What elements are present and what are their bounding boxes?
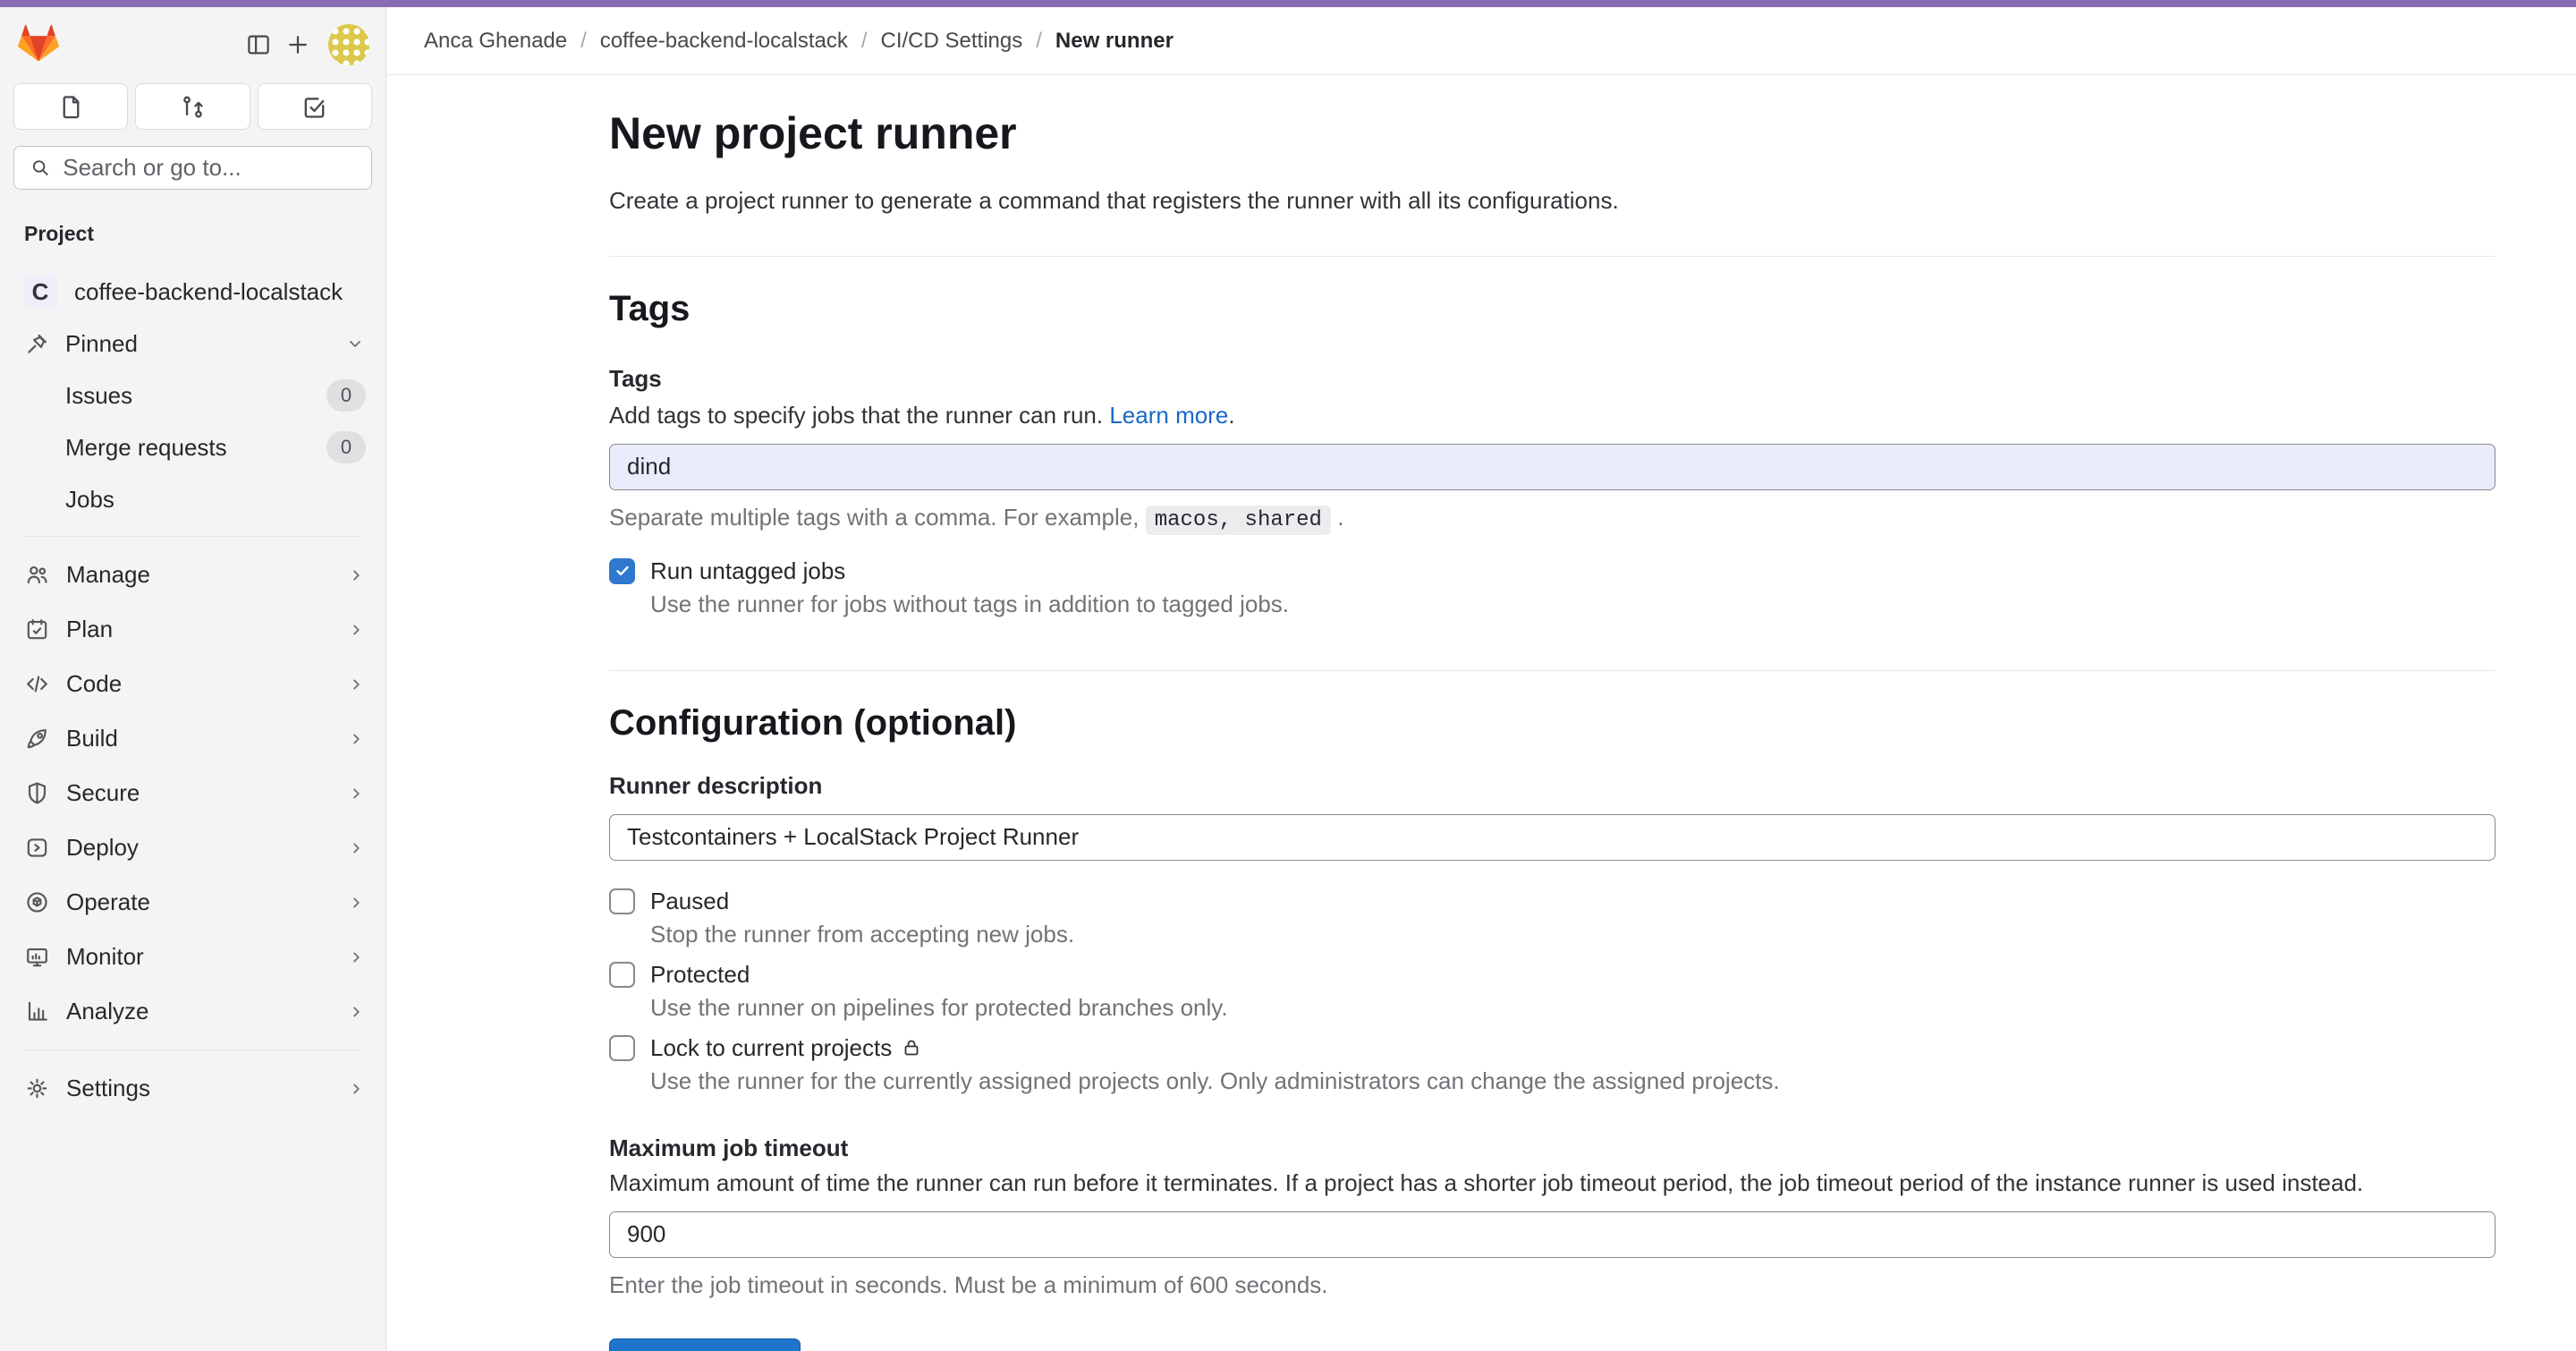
breadcrumb-current: New runner	[1055, 29, 1174, 54]
deploy-icon	[24, 835, 50, 861]
create-new-plus-icon[interactable]	[278, 25, 318, 64]
tags-input[interactable]	[609, 444, 2496, 490]
page-title: New project runner	[609, 106, 2496, 162]
breadcrumb-link-cicd-settings[interactable]: CI/CD Settings	[881, 29, 1023, 54]
sidebar-section-label: Project	[24, 222, 386, 246]
sidebar-item-issues[interactable]: Issues 0	[0, 370, 386, 421]
chevron-right-icon	[346, 620, 366, 640]
run-untagged-description: Use the runner for jobs without tags in …	[650, 591, 2496, 618]
issues-doc-icon	[57, 93, 85, 121]
lock-to-projects-description: Use the runner for the currently assigne…	[650, 1067, 2496, 1095]
issues-count-badge: 0	[326, 379, 366, 412]
sidebar-item-analyze[interactable]: Analyze	[0, 984, 386, 1039]
top-accent-strip	[0, 0, 2576, 7]
breadcrumb: Anca Ghenade / coffee-backend-localstack…	[386, 7, 2576, 75]
search-icon	[30, 156, 51, 180]
runner-description-input[interactable]	[609, 814, 2496, 861]
gear-icon	[24, 1075, 50, 1101]
search-field[interactable]	[63, 154, 356, 182]
tags-field-label: Tags	[609, 365, 2496, 393]
config-section-heading: Configuration (optional)	[609, 703, 2496, 743]
shield-icon	[24, 780, 50, 806]
timeout-label: Maximum job timeout	[609, 1134, 2496, 1162]
merge-requests-count-badge: 0	[326, 431, 366, 463]
run-untagged-checkbox[interactable]: Run untagged jobs	[609, 557, 2496, 585]
merge-request-icon	[179, 93, 207, 121]
section-divider	[609, 670, 2496, 671]
sidebar-item-label: Pinned	[65, 330, 138, 358]
sidebar-item-secure[interactable]: Secure	[0, 766, 386, 820]
cloud-pod-icon	[24, 889, 50, 915]
monitor-icon	[24, 944, 50, 970]
sidebar-item-merge-requests[interactable]: Merge requests 0	[0, 421, 386, 473]
pin-icon	[24, 331, 50, 357]
chevron-right-icon	[346, 1002, 366, 1022]
sidebar-item-plan[interactable]: Plan	[0, 602, 386, 657]
sidebar-divider	[24, 1049, 361, 1050]
section-divider	[609, 256, 2496, 257]
sidebar-item-build[interactable]: Build	[0, 711, 386, 766]
sidebar-item-code[interactable]: Code	[0, 657, 386, 711]
project-avatar: C	[23, 275, 57, 309]
create-runner-button[interactable]: Create runner	[609, 1338, 801, 1351]
checkbox-checked-icon[interactable]	[609, 558, 635, 584]
page-subtitle: Create a project runner to generate a co…	[609, 187, 2496, 215]
sidebar-item-deploy[interactable]: Deploy	[0, 820, 386, 875]
collapse-sidebar-icon[interactable]	[239, 25, 278, 64]
checkbox-unchecked-icon[interactable]	[609, 1035, 635, 1061]
timeout-input[interactable]	[609, 1211, 2496, 1258]
issues-shortcut-button[interactable]	[13, 83, 128, 130]
tags-section-heading: Tags	[609, 289, 2496, 329]
paused-checkbox[interactable]: Paused	[609, 888, 2496, 915]
paused-description: Stop the runner from accepting new jobs.	[650, 921, 2496, 948]
chevron-right-icon	[346, 565, 366, 585]
checkbox-unchecked-icon[interactable]	[609, 888, 635, 914]
chevron-right-icon	[346, 893, 366, 913]
breadcrumb-link-project[interactable]: coffee-backend-localstack	[600, 29, 848, 54]
chevron-right-icon	[346, 947, 366, 967]
users-icon	[24, 562, 50, 588]
merge-requests-shortcut-button[interactable]	[135, 83, 250, 130]
chevron-right-icon	[346, 838, 366, 858]
chevron-down-icon	[344, 333, 366, 354]
tags-example-code: macos, shared	[1146, 506, 1331, 535]
user-avatar[interactable]	[328, 24, 369, 65]
chevron-right-icon	[346, 1079, 366, 1099]
sidebar-item-pinned[interactable]: Pinned	[0, 318, 386, 370]
timeout-help: Maximum amount of time the runner can ru…	[609, 1169, 2496, 1197]
lock-icon	[901, 1037, 922, 1058]
sidebar-item-monitor[interactable]: Monitor	[0, 930, 386, 984]
sidebar-item-manage[interactable]: Manage	[0, 548, 386, 602]
project-name: coffee-backend-localstack	[74, 278, 343, 306]
sidebar-divider	[24, 536, 361, 537]
protected-description: Use the runner on pipelines for protecte…	[650, 994, 2496, 1022]
runner-description-label: Runner description	[609, 772, 2496, 800]
chevron-right-icon	[346, 729, 366, 749]
protected-checkbox[interactable]: Protected	[609, 961, 2496, 989]
chevron-right-icon	[346, 784, 366, 803]
learn-more-link[interactable]: Learn more	[1109, 402, 1228, 429]
tags-hint: Separate multiple tags with a comma. For…	[609, 504, 2496, 532]
search-input[interactable]	[13, 146, 372, 190]
sidebar-item-jobs[interactable]: Jobs	[0, 473, 386, 525]
sidebar: Project C coffee-backend-localstack Pinn…	[0, 7, 386, 1351]
code-icon	[24, 671, 50, 697]
sidebar-item-settings[interactable]: Settings	[0, 1061, 386, 1116]
calendar-check-icon	[24, 616, 50, 642]
todo-check-icon	[301, 93, 328, 121]
sidebar-item-operate[interactable]: Operate	[0, 875, 386, 930]
timeout-hint: Enter the job timeout in seconds. Must b…	[609, 1271, 2496, 1299]
lock-to-projects-checkbox[interactable]: Lock to current projects	[609, 1034, 2496, 1062]
chevron-right-icon	[346, 675, 366, 694]
todos-shortcut-button[interactable]	[258, 83, 372, 130]
sidebar-item-project[interactable]: C coffee-backend-localstack	[0, 266, 386, 318]
breadcrumb-link-user[interactable]: Anca Ghenade	[424, 29, 567, 54]
rocket-icon	[24, 726, 50, 752]
gitlab-logo-icon[interactable]	[16, 21, 61, 67]
tags-field-help: Add tags to specify jobs that the runner…	[609, 402, 2496, 429]
chart-icon	[24, 998, 50, 1024]
checkbox-unchecked-icon[interactable]	[609, 962, 635, 988]
